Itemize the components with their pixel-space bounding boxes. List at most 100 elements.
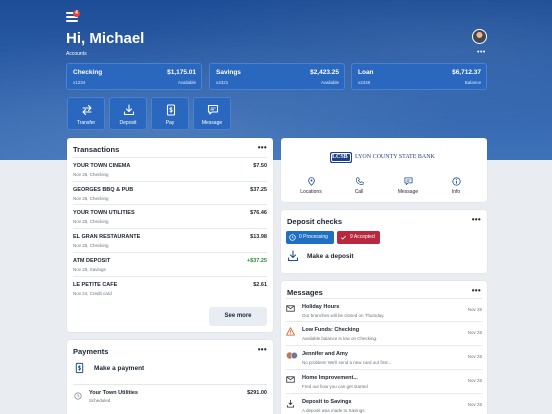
info-link[interactable]: Info bbox=[436, 177, 476, 195]
account-number: x4321 bbox=[216, 80, 229, 85]
deposit-checks-more-icon[interactable]: ••• bbox=[472, 215, 481, 224]
deposit-checks-title: Deposit checks bbox=[287, 217, 343, 226]
accepted-chip[interactable]: 9 Accepted bbox=[337, 231, 380, 244]
transaction-row[interactable]: YOUR TOWN CINEMA Nov 25, Checking $7.50 bbox=[73, 157, 267, 179]
processing-chip[interactable]: 0 Processing bbox=[286, 231, 334, 244]
account-card-checking[interactable]: Checking x1234 $1,175.01 Available bbox=[66, 63, 202, 90]
account-amount-label: Available bbox=[320, 80, 339, 85]
message-preview: Fred out how you can get started bbox=[302, 384, 368, 389]
transaction-row[interactable]: EL GRAN RESTAURANTE Nov 25, Checking $13… bbox=[73, 228, 267, 250]
transaction-row[interactable]: YOUR TOWN UTILITIES Nov 25, Checking $76… bbox=[73, 204, 267, 226]
transaction-amount: $37.25 bbox=[250, 187, 267, 193]
message-icon bbox=[207, 104, 219, 115]
account-amount: $2,423.25 bbox=[310, 69, 339, 76]
transactions-title: Transactions bbox=[73, 145, 120, 154]
payment-name: Your Town Utilities bbox=[89, 390, 138, 396]
message-title: Jennifer and Amy bbox=[302, 351, 348, 357]
deposit-icon bbox=[287, 250, 299, 262]
payment-row[interactable]: Your Town Utilities Scheduled $291.00 bbox=[73, 384, 267, 406]
make-payment-link[interactable]: Make a payment bbox=[73, 362, 267, 378]
message-button[interactable]: Message bbox=[193, 97, 231, 130]
envelope-icon bbox=[286, 376, 295, 383]
transaction-row[interactable]: GEORGES BBQ & PUB Nov 25, Checking $37.2… bbox=[73, 181, 267, 203]
message-row[interactable]: Home Improvement... Fred out how you can… bbox=[286, 369, 482, 391]
account-card-savings[interactable]: Savings x4321 $2,423.25 Available bbox=[209, 63, 345, 90]
transaction-amount: $13.98 bbox=[250, 234, 267, 240]
account-amount: $6,712.37 bbox=[452, 69, 481, 76]
message-preview: Our branches will be closed on Thursday. bbox=[302, 313, 385, 318]
quick-link-label: Call bbox=[354, 189, 364, 195]
message-title: Home Improvement... bbox=[302, 375, 358, 381]
transaction-name: ATM DEPOSIT bbox=[73, 258, 111, 264]
greeting: Hi, Michael bbox=[66, 30, 145, 47]
transaction-name: YOUR TOWN UTILITIES bbox=[73, 210, 135, 216]
account-amount-label: Available bbox=[177, 80, 196, 85]
message-row[interactable]: Low Funds: Checking Available balance is… bbox=[286, 321, 482, 343]
account-name: Checking bbox=[73, 69, 103, 76]
transactions-more-icon[interactable]: ••• bbox=[258, 143, 267, 152]
transaction-amount: $7.50 bbox=[253, 163, 267, 169]
payments-more-icon[interactable]: ••• bbox=[258, 345, 267, 354]
transaction-detail: Nov 25, Checking bbox=[73, 196, 109, 201]
transfer-icon bbox=[82, 104, 92, 116]
info-icon bbox=[451, 177, 461, 186]
transaction-name: GEORGES BBQ & PUB bbox=[73, 187, 134, 193]
action-label: Message bbox=[201, 120, 223, 126]
make-deposit-label: Make a deposit bbox=[307, 253, 354, 260]
deposit-button[interactable]: Deposit bbox=[109, 97, 147, 130]
message-title: Deposit to Savings bbox=[302, 399, 352, 405]
pay-button[interactable]: Pay bbox=[151, 97, 189, 130]
message-preview: No problem! We'll send a new card out fi… bbox=[302, 360, 392, 365]
account-number: x1234 bbox=[73, 80, 86, 85]
pay-icon bbox=[75, 362, 84, 374]
call-link[interactable]: Call bbox=[339, 177, 379, 195]
see-more-button[interactable]: See more bbox=[209, 307, 267, 326]
bank-logo: LCSB LYON COUNTY STATE BANK bbox=[330, 150, 440, 174]
quick-link-label: Message bbox=[397, 189, 419, 195]
pay-icon bbox=[166, 104, 176, 116]
warning-icon bbox=[286, 327, 295, 336]
transaction-amount: +$37.25 bbox=[246, 258, 267, 264]
deposit-icon bbox=[286, 399, 295, 408]
location-pin-icon bbox=[307, 177, 315, 186]
phone-icon bbox=[355, 177, 364, 185]
payments-title: Payments bbox=[73, 347, 109, 356]
payment-status: Scheduled bbox=[89, 398, 111, 403]
action-label: Deposit bbox=[119, 120, 137, 126]
message-preview: Available balance is low on Checking. bbox=[302, 336, 378, 341]
message-link[interactable]: Message bbox=[388, 177, 428, 195]
transaction-row[interactable]: LE PETITE CAFE Nov 24, Credit card $2.61 bbox=[73, 276, 267, 298]
notification-badge: 4 bbox=[73, 10, 80, 17]
avatars-icon bbox=[286, 351, 298, 360]
account-name: Loan bbox=[358, 69, 374, 76]
transaction-amount: $76.46 bbox=[250, 210, 267, 216]
transaction-row[interactable]: ATM DEPOSIT Nov 25, Savings +$37.25 bbox=[73, 252, 267, 274]
action-label: Transfer bbox=[76, 120, 96, 126]
check-icon bbox=[341, 235, 346, 240]
accounts-more-icon[interactable]: ••• bbox=[477, 49, 486, 56]
action-label: Pay bbox=[165, 120, 175, 126]
envelope-icon bbox=[286, 305, 295, 312]
message-row[interactable]: Jennifer and Amy No problem! We'll send … bbox=[286, 345, 482, 367]
avatar[interactable] bbox=[472, 29, 487, 44]
chat-icon bbox=[403, 177, 413, 186]
locations-link[interactable]: Locations bbox=[291, 177, 331, 195]
message-date: Nov 25 bbox=[467, 330, 482, 335]
make-deposit-link[interactable]: Make a deposit bbox=[287, 250, 477, 264]
make-payment-label: Make a payment bbox=[94, 365, 145, 372]
transaction-name: YOUR TOWN CINEMA bbox=[73, 163, 131, 169]
message-date: Nov 25 bbox=[467, 378, 482, 383]
transaction-name: EL GRAN RESTAURANTE bbox=[73, 234, 141, 240]
message-row[interactable]: Deposit to Savings A deposit was made to… bbox=[286, 393, 482, 414]
transaction-detail: Nov 25, Savings bbox=[73, 267, 106, 272]
quick-link-label: Info bbox=[451, 189, 461, 195]
payments-card: Payments ••• Make a payment Your Town Ut… bbox=[67, 340, 273, 414]
transfer-button[interactable]: Transfer bbox=[67, 97, 105, 130]
processing-label: 0 Processing bbox=[299, 234, 328, 240]
messages-more-icon[interactable]: ••• bbox=[472, 286, 481, 295]
transaction-detail: Nov 25, Checking bbox=[73, 219, 109, 224]
message-preview: A deposit was made to Savings bbox=[302, 408, 365, 413]
account-number: x2345 bbox=[358, 80, 371, 85]
message-row[interactable]: Holiday Hours Our branches will be close… bbox=[286, 298, 482, 320]
account-card-loan[interactable]: Loan x2345 $6,712.37 Balance bbox=[351, 63, 487, 90]
